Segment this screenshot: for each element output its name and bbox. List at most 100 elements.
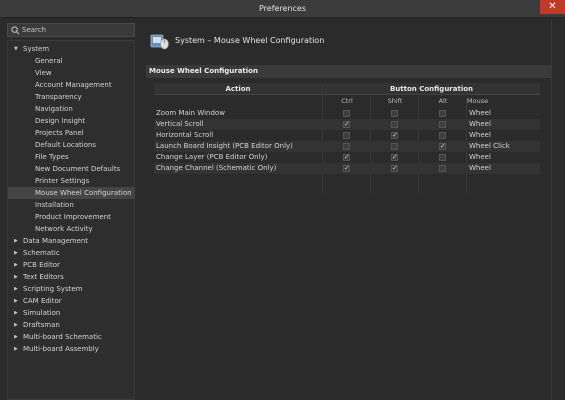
collapsed-arrow-icon[interactable]: ▶ [14,247,18,259]
collapsed-arrow-icon[interactable]: ▶ [14,259,18,271]
collapsed-arrow-icon[interactable]: ▶ [14,235,18,247]
tree-item-installation[interactable]: Installation [8,199,135,211]
expanded-arrow-icon[interactable]: ▼ [14,43,18,55]
shift-checkbox[interactable] [391,143,398,150]
tree-item-account-management[interactable]: Account Management [8,79,135,91]
collapsed-arrow-icon[interactable]: ▶ [14,295,18,307]
shift-checkbox[interactable] [391,121,398,128]
shift-checkbox[interactable] [391,130,398,141]
tree-item-new-document-defaults[interactable]: New Document Defaults [8,163,135,175]
tree-node-label: System [23,45,50,53]
tree-item-product-improvement[interactable]: Product Improvement [8,211,135,223]
tree-node-scripting-system[interactable]: ▶ Scripting System [8,283,135,295]
tree-item-label: Product Improvement [35,213,111,221]
tree-node-pcb-editor[interactable]: ▶ PCB Editor [8,259,135,271]
ctrl-checkbox[interactable] [343,163,350,174]
column-header-shift[interactable]: Shift [371,96,419,106]
column-header-button-configuration[interactable]: Button Configuration [323,83,540,95]
ctrl-checkbox[interactable] [343,152,350,163]
tree-item-navigation[interactable]: Navigation [8,103,135,115]
column-header-mouse[interactable]: Mouse [467,96,507,106]
tree-item-projects-panel[interactable]: Projects Panel [8,127,135,139]
collapsed-arrow-icon[interactable]: ▶ [14,331,18,343]
tree-node-system[interactable]: ▼ System [8,43,135,55]
collapsed-arrow-icon[interactable]: ▶ [14,319,18,331]
column-header-ctrl[interactable]: Ctrl [323,96,371,106]
alt-checkbox[interactable] [439,132,446,139]
shift-checkbox[interactable] [391,163,398,174]
table-row[interactable]: Change Layer (PCB Editor Only) Wheel [154,152,540,163]
tree-node-schematic[interactable]: ▶ Schematic [8,247,135,259]
shift-checkbox[interactable] [391,152,398,163]
tree-node-multi-board-schematic[interactable]: ▶ Multi-board Schematic [8,331,135,343]
ctrl-checkbox[interactable] [343,143,350,150]
tree-node-label: Schematic [23,249,60,257]
ctrl-checkbox[interactable] [343,110,350,117]
shift-checkbox[interactable] [391,110,398,117]
title-bar: Preferences ✕ [0,0,565,18]
tree-node-simulation[interactable]: ▶ Simulation [8,307,135,319]
tree-item-label: Mouse Wheel Configuration [35,189,132,197]
tree-item-mouse-wheel-configuration[interactable]: Mouse Wheel Configuration [8,187,135,199]
tree-item-design-insight[interactable]: Design Insight [8,115,135,127]
collapsed-arrow-icon[interactable]: ▶ [14,343,18,355]
alt-checkbox[interactable] [439,154,446,161]
ctrl-checkbox[interactable] [343,119,350,130]
collapsed-arrow-icon[interactable]: ▶ [14,307,18,319]
action-cell: Zoom Main Window [156,109,225,117]
tree-item-view[interactable]: View [8,67,135,79]
mouse-cell[interactable]: Wheel [469,108,491,119]
main-panel: System – Mouse Wheel Configuration Mouse… [142,20,551,400]
tree-node-multi-board-assembly[interactable]: ▶ Multi-board Assembly [8,343,135,355]
table-row[interactable]: Change Channel (Schematic Only) Wheel [154,163,540,174]
table-row[interactable]: Launch Board Insight (PCB Editor Only) W… [154,141,540,152]
tree-item-label: Account Management [35,81,112,89]
tree-item-label: View [35,69,52,77]
tree-node-data-management[interactable]: ▶ Data Management [8,235,135,247]
mouse-cell[interactable]: Wheel [469,163,491,174]
tree-node-cam-editor[interactable]: ▶ CAM Editor [8,295,135,307]
tree-node-label: Simulation [23,309,61,317]
search-icon [11,26,20,35]
mouse-cell[interactable]: Wheel [469,130,491,141]
alt-checkbox[interactable] [439,165,446,172]
tree-item-label: Navigation [35,105,73,113]
tree-node-draftsman[interactable]: ▶ Draftsman [8,319,135,331]
search-input[interactable]: Search [7,23,135,37]
preferences-tree: ▼ System General View Account Management… [7,40,135,400]
right-scrollbar[interactable] [551,20,565,400]
tree-item-general[interactable]: General [8,55,135,67]
action-cell: Change Channel (Schematic Only) [156,164,277,172]
tree-item-transparency[interactable]: Transparency [8,91,135,103]
tree-node-label: Scripting System [23,285,83,293]
table-row[interactable]: Zoom Main Window Wheel [154,108,540,119]
tree-node-label: Draftsman [23,321,60,329]
mouse-cell[interactable]: Wheel Click [469,141,510,152]
ctrl-checkbox[interactable] [343,132,350,139]
action-cell: Horizontal Scroll [156,131,214,139]
alt-checkbox[interactable] [439,141,446,152]
tree-item-default-locations[interactable]: Default Locations [8,139,135,151]
tree-item-file-types[interactable]: File Types [8,151,135,163]
collapsed-arrow-icon[interactable]: ▶ [14,283,18,295]
mouse-cell[interactable]: Wheel [469,119,491,130]
tree-item-label: Default Locations [35,141,97,149]
alt-checkbox[interactable] [439,110,446,117]
column-header-alt[interactable]: Alt [419,96,467,106]
window-title: Preferences [258,4,307,13]
tree-item-network-activity[interactable]: Network Activity [8,223,135,235]
alt-checkbox[interactable] [439,121,446,128]
page-title: System – Mouse Wheel Configuration [175,36,325,45]
table-row[interactable]: Horizontal Scroll Wheel [154,130,540,141]
tree-item-label: Network Activity [35,225,93,233]
collapsed-arrow-icon[interactable]: ▶ [14,271,18,283]
table-row[interactable]: Vertical Scroll Wheel [154,119,540,130]
section-header: Mouse Wheel Configuration [146,65,551,78]
mouse-cell[interactable]: Wheel [469,152,491,163]
mouse-wheel-config-icon [150,34,169,50]
tree-item-label: Design Insight [35,117,86,125]
close-button[interactable]: ✕ [540,0,565,14]
column-header-action[interactable]: Action [154,83,322,95]
tree-item-printer-settings[interactable]: Printer Settings [8,175,135,187]
tree-node-text-editors[interactable]: ▶ Text Editors [8,271,135,283]
